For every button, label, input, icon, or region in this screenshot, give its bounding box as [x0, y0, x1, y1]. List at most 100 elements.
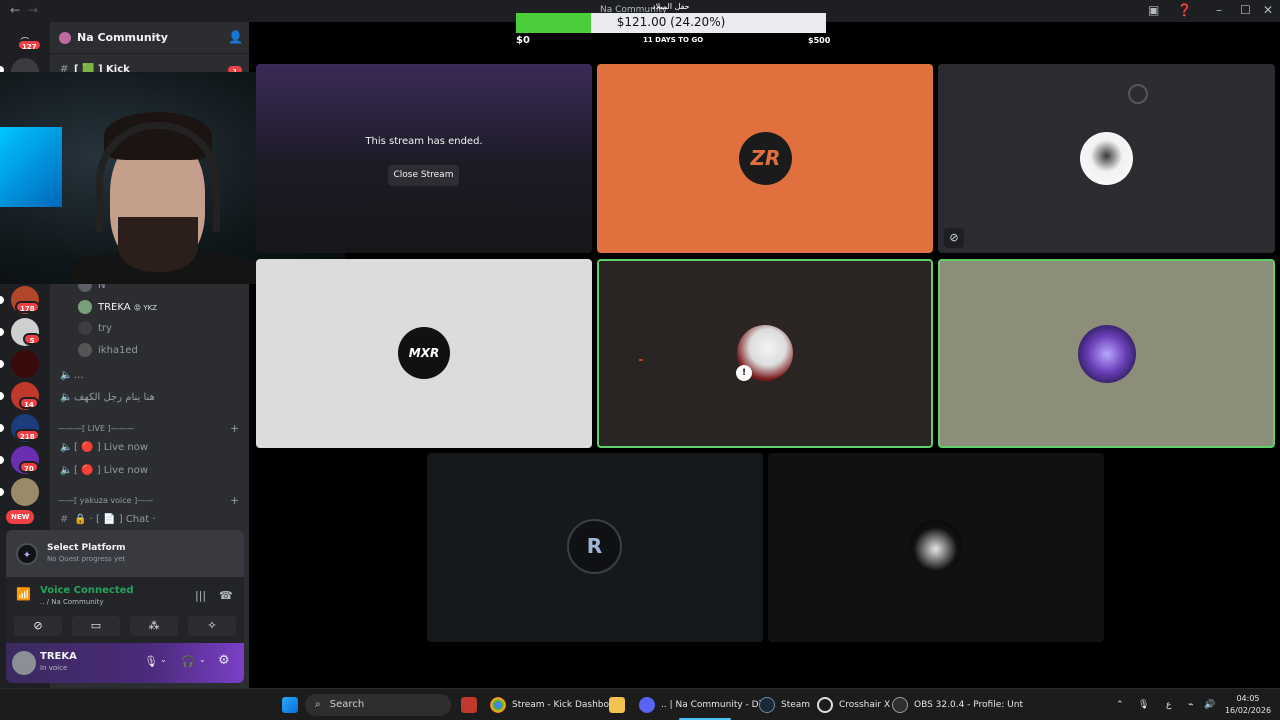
participant-tile[interactable]: R [427, 453, 763, 642]
unread-pill [0, 296, 4, 304]
soundboard-button[interactable]: ✧ [188, 616, 236, 636]
search-box[interactable]: ⌕ Search [305, 694, 451, 716]
title-overlay-text: حفل الميلاد [652, 2, 690, 11]
voice-channel[interactable]: 🔈 هنا ينام رجل الكهف [60, 392, 155, 403]
voice-channel[interactable]: 🔈... [60, 370, 84, 381]
server-badge: 218 [15, 429, 40, 441]
avatar[interactable] [12, 651, 36, 675]
microphone-icon[interactable]: 🎙 [1138, 689, 1149, 720]
participant-tile[interactable]: ⊘ [938, 64, 1275, 253]
obs-icon [892, 696, 908, 713]
headphones-icon[interactable]: 🎧 [181, 655, 195, 668]
taskbar-app-crosshair[interactable]: Crosshair X [817, 689, 890, 720]
channel-label: 🔒 · [ 📄 ] Chat · [74, 514, 156, 525]
maximize-icon[interactable]: ☐ [1240, 3, 1251, 17]
guild-header[interactable]: Na Community ⌄ 👤 [50, 22, 249, 54]
server-badge: 127 [17, 39, 42, 51]
loading-spinner-icon [1128, 84, 1148, 104]
add-channel-icon[interactable]: + [230, 422, 239, 435]
disconnect-icon[interactable]: ☎ [219, 589, 233, 602]
screen-share-button[interactable]: ▭ [72, 616, 120, 636]
system-clock[interactable]: 04:05 16/02/2026 [1222, 693, 1274, 717]
chevron-down-icon[interactable]: ⌄ [199, 655, 206, 664]
camera-off-button[interactable]: ⊘ [14, 616, 62, 636]
app-label: OBS 32.0.4 - Profile: Unt [914, 700, 1023, 710]
chrome-icon [490, 696, 506, 713]
text-channel[interactable]: # 🔒 · [ 📄 ] Chat · [60, 514, 156, 525]
channel-label: هنا ينام رجل الكهف [74, 392, 155, 403]
voice-panel: 📶 Voice Connected .. / Na Community ||| … [6, 577, 244, 643]
avatar [1080, 132, 1133, 185]
voice-status: Voice Connected [40, 585, 134, 596]
voice-channel[interactable]: 🔈[ 🔴 ] Live now [60, 465, 148, 476]
category-yakuza[interactable]: ——[ yakuza voice ]—— [58, 496, 153, 505]
participant-tile[interactable] [768, 453, 1104, 642]
discord-icon [639, 696, 655, 713]
back-arrow-icon[interactable]: ← [10, 3, 20, 17]
taskbar-app-obs[interactable]: OBS 32.0.4 - Profile: Unt [892, 689, 1023, 720]
crosshair-icon [817, 696, 833, 713]
help-icon[interactable]: ❓ [1177, 3, 1192, 17]
close-stream-button[interactable]: Close Stream [388, 165, 459, 186]
guild-icon [59, 32, 71, 44]
stream-ended-message: This stream has ended. [365, 136, 483, 147]
server-badge: 5 [23, 333, 41, 345]
taskbar-app-discord[interactable]: .. | Na Community - Disc [639, 689, 771, 720]
voice-member[interactable]: try [78, 321, 112, 335]
speaker-icon: 🔈 [60, 370, 73, 381]
new-badge: NEW [6, 510, 35, 524]
server-icon[interactable] [11, 478, 39, 506]
quest-subtitle: No Quest progress yet [47, 555, 126, 563]
volume-icon[interactable]: 🔊 [1204, 689, 1215, 720]
voice-channel[interactable]: 🔈[ 🔴 ] Live now [60, 442, 148, 453]
participant-tile[interactable]: MXR [256, 259, 592, 448]
server-icon[interactable] [11, 350, 39, 378]
voice-member[interactable]: TREKA 😡 YKZ [78, 300, 157, 314]
steam-icon [759, 696, 775, 713]
unread-pill [0, 328, 4, 336]
invite-icon[interactable]: 👤 [228, 30, 243, 44]
taskbar-app-steam[interactable]: Steam [759, 689, 810, 720]
inbox-icon[interactable]: ▣ [1148, 3, 1159, 17]
background-monitor [0, 127, 62, 207]
chevron-up-icon[interactable]: ⌃ [1116, 689, 1124, 720]
voice-member[interactable]: ikha1ed [78, 343, 138, 357]
app-label: Steam [781, 700, 811, 710]
goal-days-label: 11 DAYS TO GO [643, 36, 704, 44]
add-channel-icon[interactable]: + [230, 494, 239, 507]
avatar: R [567, 519, 622, 574]
activities-button[interactable]: ⁂ [130, 616, 178, 636]
start-button[interactable] [282, 689, 304, 720]
folder-icon [609, 696, 625, 713]
voice-location[interactable]: .. / Na Community [40, 598, 104, 606]
participant-tile[interactable]: ! [597, 259, 933, 448]
taskbar-app-taskview[interactable] [461, 689, 483, 720]
taskbar-app-explorer[interactable] [609, 689, 631, 720]
category-live[interactable]: ———[ LIVE ]——— [58, 424, 135, 433]
participant-tile[interactable]: ZR [597, 64, 933, 253]
language-indicator[interactable]: ع [1166, 689, 1171, 720]
participant-tile[interactable] [938, 259, 1275, 448]
unread-pill [0, 456, 4, 464]
server-badge: 14 [19, 397, 39, 409]
hash-icon: # [60, 514, 69, 525]
network-icon[interactable]: ⌁ [1188, 689, 1193, 720]
video-off-icon[interactable]: ⊘ [944, 228, 964, 248]
windows-taskbar: ⌕ Search Stream - Kick Dashboar .. | Na … [0, 688, 1280, 720]
microphone-icon[interactable]: 🎙 [144, 655, 158, 668]
red-mark [639, 359, 643, 361]
close-icon[interactable]: ✕ [1263, 3, 1273, 17]
clock-date: 16/02/2026 [1224, 706, 1272, 715]
avatar [1078, 325, 1136, 383]
taskbar-app-chrome[interactable]: Stream - Kick Dashboar [490, 689, 618, 720]
avatar: MXR [398, 327, 450, 379]
minimize-icon[interactable]: – [1216, 3, 1222, 17]
status-icon: ! [736, 365, 752, 381]
quest-icon: ✦ [16, 543, 38, 565]
chevron-down-icon[interactable]: ⌄ [160, 655, 167, 664]
quest-panel[interactable]: ✦ Select Platform No Quest progress yet [6, 530, 244, 577]
gear-icon[interactable]: ⚙ [218, 653, 230, 668]
noise-suppression-icon[interactable]: ||| [195, 589, 206, 602]
forward-arrow-icon[interactable]: → [28, 3, 38, 17]
signal-icon[interactable]: 📶 [16, 587, 31, 601]
